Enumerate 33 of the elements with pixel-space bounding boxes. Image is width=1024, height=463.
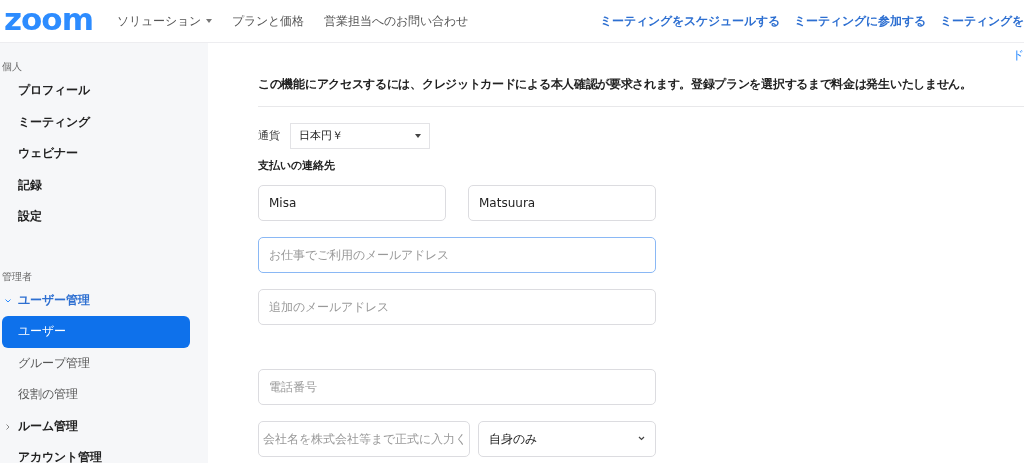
sidebar-item[interactable]: グループ管理 <box>2 347 190 379</box>
section-title: 支払いの連絡先 <box>258 158 336 174</box>
caret-icon <box>415 134 421 138</box>
input-field[interactable]: Matsuura <box>468 184 656 221</box>
sidebar-item[interactable]: 設定 <box>0 201 208 233</box>
sidebar-item[interactable]: ウェビナー <box>0 138 208 170</box>
input-field[interactable]: 電話番号 <box>258 368 656 405</box>
header-link[interactable]: ミーティングをスケジュールする <box>600 12 780 30</box>
section-label: 管理者 <box>1 269 33 284</box>
nav-link[interactable]: 営業担当へのお問い合わせ <box>323 12 468 30</box>
notice-text: この機能にアクセスするには、クレジットカードによる本人確認が要求されます。登録プランを選択するまで料金は発生いたしません。 <box>258 76 973 93</box>
currency-label: 通貨 <box>258 127 280 144</box>
nav-link[interactable]: ソリューション <box>116 12 212 30</box>
nav-link[interactable]: プランと価格 <box>231 12 304 30</box>
input-field[interactable]: 会社名を株式会社等まで正式に入力く <box>258 420 470 457</box>
input-field[interactable]: お仕事でご利用のメールアドレス <box>258 236 656 273</box>
sidebar-item[interactable]: ミーティング <box>0 106 208 138</box>
select-field[interactable]: 自身のみ <box>478 420 656 457</box>
section-label: 個人 <box>1 60 23 74</box>
sidebar-item[interactable]: ユーザー管理 <box>0 284 208 316</box>
sidebar-item[interactable]: 役割の管理 <box>2 379 190 411</box>
link[interactable]: ド <box>1012 46 1024 64</box>
chevron-down-icon <box>638 436 645 441</box>
input-field[interactable]: 追加のメールアドレス <box>258 288 656 325</box>
sidebar-item[interactable]: 記録 <box>0 169 208 201</box>
sidebar-item[interactable]: プロフィール <box>0 75 208 107</box>
currency-select[interactable]: 日本円￥ <box>290 123 430 149</box>
sidebar-item[interactable]: ユーザー <box>2 316 190 348</box>
header-link[interactable]: ミーティングを <box>940 12 1024 30</box>
sidebar-item[interactable]: アカウント管理 <box>0 442 208 463</box>
input-field[interactable]: Misa <box>258 184 446 221</box>
header-link[interactable]: ミーティングに参加する <box>794 12 926 30</box>
sidebar-item[interactable]: ルーム管理 <box>0 410 208 442</box>
